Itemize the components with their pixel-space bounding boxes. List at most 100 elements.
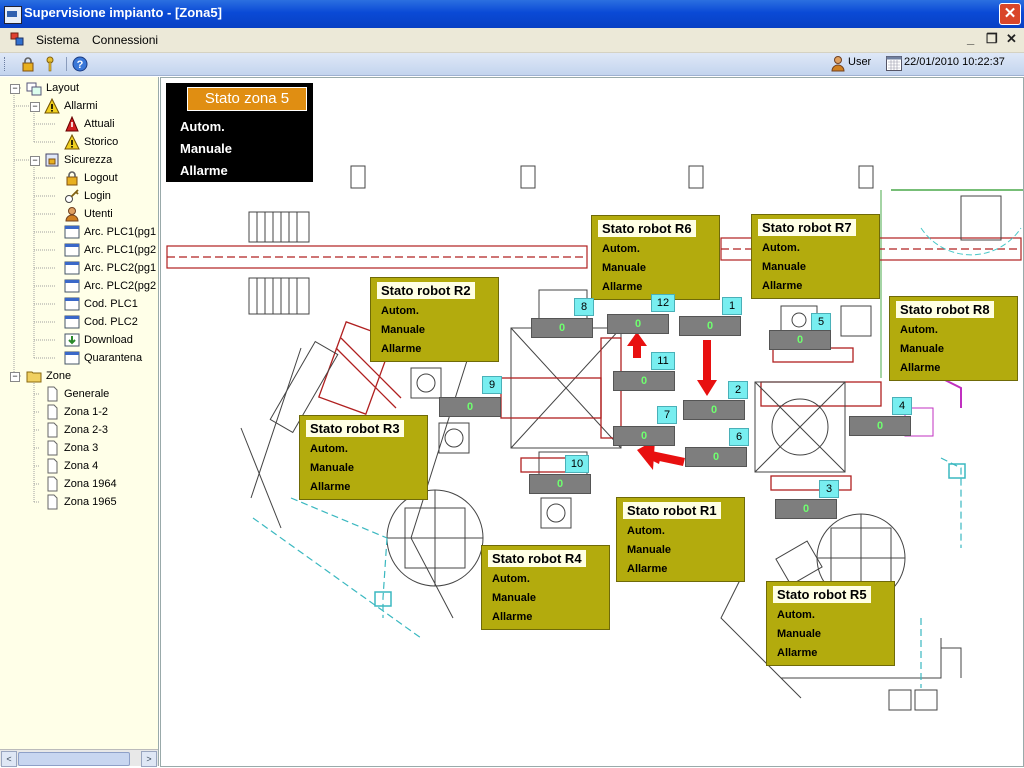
robot-status-r7[interactable]: Stato robot R7 Autom. Manuale Allarme [751,214,880,299]
tree-item-label: Zona 2-3 [64,424,109,436]
tree-item-zona-1965[interactable]: Zona 1965 [44,493,117,511]
robot-status-autom: Autom. [762,242,800,254]
scroll-left-button[interactable]: < [1,751,17,767]
tree-item-arc-plc1-pg2[interactable]: Arc. PLC1(pg2 [64,241,156,259]
page-icon [47,458,58,474]
robot-status-r1[interactable]: Stato robot R1 Autom. Manuale Allarme [616,497,745,582]
page-icon [47,404,58,420]
station-counter-6[interactable]: 0 [685,447,747,467]
tree-item-sicurezza[interactable]: Sicurezza [44,151,112,169]
tree-item-label: Arc. PLC2(pg2 [84,280,157,292]
tree-item-label: Cod. PLC2 [84,316,138,328]
station-counter-2[interactable]: 0 [683,400,745,420]
station-counter-5[interactable]: 0 [769,330,831,350]
key-icon[interactable] [42,56,58,72]
zone-status-panel: Stato zona 5 Autom. Manuale Allarme [166,83,313,182]
tree-item-cod-plc1[interactable]: Cod. PLC1 [64,295,138,313]
robot-status-r6[interactable]: Stato robot R6 Autom. Manuale Allarme [591,215,720,300]
expand-sicurezza-button[interactable]: − [30,156,40,166]
expand-allarmi-button[interactable]: − [30,102,40,112]
robot-status-autom: Autom. [492,573,530,585]
key-icon [65,189,79,203]
tree-item-zona-1-2[interactable]: Zona 1-2 [44,403,108,421]
tree-item-attuali[interactable]: Attuali [64,115,115,133]
station-counter-12[interactable]: 0 [607,314,669,334]
tree-item-zona-2-3[interactable]: Zona 2-3 [44,421,108,439]
zone-status-title: Stato zona 5 [187,87,307,111]
expand-layout-button[interactable]: − [10,84,20,94]
mdi-window-icon [10,32,24,46]
station-label-8: 8 [574,298,594,316]
tree-item-layout[interactable]: Layout [26,79,79,97]
expand-zone-button[interactable]: − [10,372,20,382]
page-icon [47,386,58,402]
robot-status-autom: Autom. [602,243,640,255]
station-label-1: 1 [722,297,742,315]
robot-status-manuale: Manuale [492,592,537,604]
robot-status-allarme: Allarme [602,281,643,293]
station-counter-10[interactable]: 0 [529,474,591,494]
tree-item-storico[interactable]: Storico [64,133,118,151]
robot-status-r8[interactable]: Stato robot R8 Autom. Manuale Allarme [889,296,1018,381]
help-icon[interactable]: ? [72,56,88,72]
tree-item-generale[interactable]: Generale [44,385,109,403]
robot-status-r2[interactable]: Stato robot R2 Autom. Manuale Allarme [370,277,499,362]
mdi-close-button[interactable]: ✕ [1006,31,1017,47]
scroll-thumb[interactable] [18,752,130,766]
station-counter-1[interactable]: 0 [679,316,741,336]
user-icon [65,207,79,222]
mdi-minimize-button[interactable]: _ [967,31,974,46]
menu-connessioni[interactable]: Connessioni [92,33,158,47]
window-close-button[interactable]: ✕ [999,3,1021,25]
robot-status-r3[interactable]: Stato robot R3 Autom. Manuale Allarme [299,415,428,500]
tree-item-allarmi[interactable]: Allarmi [44,97,98,115]
tree-item-login[interactable]: Login [64,187,111,205]
tree-item-quarantena[interactable]: Quarantena [64,349,142,367]
robot-status-r5[interactable]: Stato robot R5 Autom. Manuale Allarme [766,581,895,666]
tree-item-download[interactable]: Download [64,331,133,349]
station-label-12: 12 [651,294,675,312]
window-icon [64,351,80,365]
tree-item-zona-3[interactable]: Zona 3 [44,439,98,457]
robot-status-allarme: Allarme [310,481,351,493]
robot-status-allarme: Allarme [627,563,668,575]
robot-status-r4[interactable]: Stato robot R4 Autom. Manuale Allarme [481,545,610,630]
plant-layout-view: Stato zona 5 Autom. Manuale Allarme Stat… [160,77,1024,767]
robot-status-title: Stato robot R2 [377,282,475,299]
tree-item-logout[interactable]: Logout [64,169,118,187]
tree-item-label: Arc. PLC1(pg2 [84,244,157,256]
robot-status-autom: Autom. [310,443,348,455]
station-label-4: 4 [892,397,912,415]
tree-item-arc-plc2-pg1[interactable]: Arc. PLC2(pg1 [64,259,156,277]
tree-item-zone[interactable]: Zone [26,367,71,385]
tree-item-cod-plc2[interactable]: Cod. PLC2 [64,313,138,331]
tree-item-arc-plc1-pg1[interactable]: Arc. PLC1(pg1 [64,223,156,241]
mdi-restore-button[interactable]: ❐ [986,31,998,47]
tree-item-arc-plc2-pg2[interactable]: Arc. PLC2(pg2 [64,277,156,295]
robot-status-allarme: Allarme [492,611,533,623]
scroll-right-button[interactable]: > [141,751,157,767]
menu-bar: Sistema Connessioni _ ❐ ✕ [0,28,1024,53]
tree-item-label: Generale [64,388,110,400]
robot-status-allarme: Allarme [900,362,941,374]
station-counter-7[interactable]: 0 [613,426,675,446]
robot-status-manuale: Manuale [602,262,647,274]
page-icon [47,422,58,438]
station-counter-9[interactable]: 0 [439,397,501,417]
station-counter-11[interactable]: 0 [613,371,675,391]
tree-item-zona-1964[interactable]: Zona 1964 [44,475,117,493]
robot-status-autom: Autom. [900,324,938,336]
station-counter-4[interactable]: 0 [849,416,911,436]
tree-item-label: Utenti [84,208,113,220]
horizontal-scrollbar[interactable]: < > [0,749,158,767]
tree-item-zona-4[interactable]: Zona 4 [44,457,98,475]
zone-status-manuale: Manuale [180,141,233,156]
station-counter-3[interactable]: 0 [775,499,837,519]
menu-sistema[interactable]: Sistema [36,33,79,47]
station-label-7: 7 [657,406,677,424]
tree-item-utenti[interactable]: Utenti [64,205,113,223]
station-counter-8[interactable]: 0 [531,318,593,338]
lock-icon[interactable] [20,56,36,72]
toolbar-grip[interactable] [4,57,8,71]
tree-item-label: Sicurezza [64,154,113,166]
